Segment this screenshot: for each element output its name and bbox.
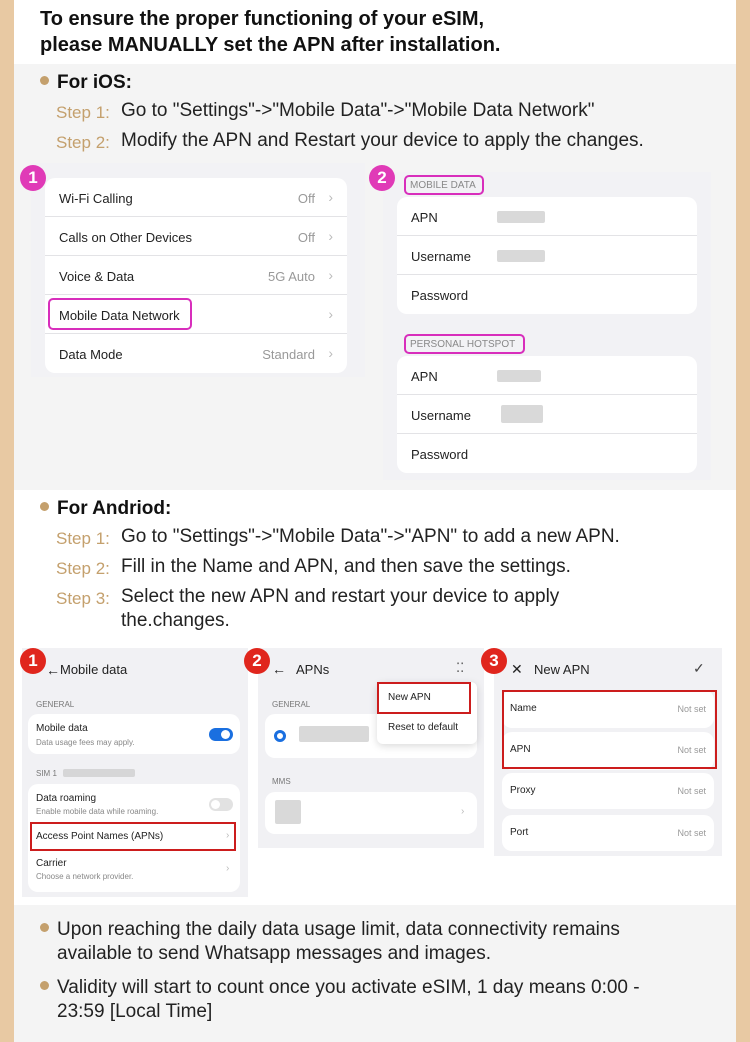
roaming-label[interactable]: Data roaming <box>36 793 96 804</box>
android-step2-text: Fill in the Name and APN, and then save … <box>121 556 571 577</box>
blurred-value <box>299 726 369 742</box>
blurred-value <box>275 800 301 824</box>
carrier-label[interactable]: Carrier <box>36 858 67 869</box>
row-username[interactable]: Username <box>397 395 697 434</box>
mobile-data-title: Mobile data <box>60 662 128 677</box>
row-password[interactable]: Password <box>397 275 697 314</box>
mobile-data-header: MOBILE DATA <box>410 180 476 191</box>
blurred-value <box>497 211 545 223</box>
step-badge-3: 3 <box>481 648 507 674</box>
step-badge-1: 1 <box>20 165 46 191</box>
blurred-value <box>497 370 541 382</box>
port-field[interactable]: Port Not set <box>502 815 714 851</box>
row-calls-other-devices[interactable]: Calls on Other Devices Off › <box>45 217 347 256</box>
highlight-name-apn <box>502 690 717 769</box>
row-voice-data[interactable]: Voice & Data 5G Auto › <box>45 256 347 295</box>
android-step1-text: Go to "Settings"->"Mobile Data"->"APN" t… <box>121 526 620 547</box>
android-step1-label: Step 1: <box>56 529 110 548</box>
row-apn[interactable]: APN <box>397 356 697 395</box>
back-arrow-icon[interactable]: ← <box>46 662 60 678</box>
sim-header: SIM 1 <box>36 769 57 778</box>
android-step3-text: Select the new APN and restart your devi… <box>121 586 560 631</box>
row-data-mode[interactable]: Data Mode Standard › <box>45 334 347 373</box>
android-heading: For Andriod: <box>40 498 171 520</box>
ios-step1-label: Step 1: <box>56 103 110 122</box>
chevron-right-icon: › <box>328 189 333 205</box>
row-wifi-calling[interactable]: Wi-Fi Calling Off › <box>45 178 347 217</box>
more-options-icon[interactable]: ⁚⁚ <box>456 660 464 676</box>
blurred-value <box>501 405 543 423</box>
check-icon[interactable]: ✓ <box>693 660 705 677</box>
mobile-data-group: APN Username Password <box>397 197 697 314</box>
blurred-value <box>497 250 545 262</box>
mms-entry-row[interactable]: › <box>265 792 477 834</box>
ios-step1-text: Go to "Settings"->"Mobile Data"->"Mobile… <box>121 100 595 121</box>
ios-step2-text: Modify the APN and Restart your device t… <box>121 130 644 151</box>
chevron-right-icon: › <box>328 345 333 361</box>
ios-heading: For iOS: <box>40 72 132 94</box>
general-header: GENERAL <box>272 700 311 709</box>
carrier-sub: Choose a network provider. <box>36 872 134 881</box>
step-badge-1: 1 <box>20 648 46 674</box>
highlight-new-apn <box>377 682 471 714</box>
row-username[interactable]: Username <box>397 236 697 275</box>
android-step2-label: Step 2: <box>56 559 110 578</box>
mms-header: MMS <box>272 777 291 786</box>
roaming-sub: Enable mobile data while roaming. <box>36 807 159 816</box>
hotspot-header: PERSONAL HOTSPOT <box>410 339 516 350</box>
highlight-mobile-data-network <box>48 298 192 330</box>
blurred-value <box>63 769 135 777</box>
ios-settings-group: Wi-Fi Calling Off › Calls on Other Devices… <box>45 178 347 373</box>
chevron-right-icon: › <box>461 806 465 817</box>
row-password[interactable]: Password <box>397 434 697 473</box>
mobile-data-row[interactable]: Mobile data Data usage fees may apply. <box>28 714 240 754</box>
chevron-right-icon: › <box>226 863 230 874</box>
page-title: To ensure the proper functioning of your… <box>40 8 501 56</box>
note-validity: Validity will start to count once you ac… <box>40 976 640 1024</box>
back-arrow-icon[interactable]: ← <box>272 661 286 677</box>
note-data-limit: Upon reaching the daily data usage limit… <box>40 918 620 966</box>
radio-selected-icon[interactable] <box>274 730 286 742</box>
bullet-dot <box>40 502 49 512</box>
step-badge-2: 2 <box>369 165 395 191</box>
android-step3-label: Step 3: <box>56 589 110 608</box>
step-badge-2: 2 <box>244 648 270 674</box>
mobile-data-toggle[interactable] <box>209 728 233 741</box>
chevron-right-icon: › <box>328 267 333 283</box>
roaming-toggle[interactable] <box>209 798 233 811</box>
new-apn-title: New APN <box>534 662 590 677</box>
bullet-dot <box>40 76 49 86</box>
row-apn[interactable]: APN <box>397 197 697 236</box>
bullet-dot <box>40 981 49 991</box>
highlight-apns <box>30 822 236 851</box>
chevron-right-icon: › <box>328 306 333 322</box>
apns-title: APNs <box>296 662 330 677</box>
ios-step2-label: Step 2: <box>56 133 110 152</box>
proxy-field[interactable]: Proxy Not set <box>502 773 714 809</box>
close-icon[interactable]: ✕ <box>511 661 523 678</box>
bullet-dot <box>40 923 49 933</box>
reset-default-menu-item[interactable]: Reset to default <box>388 722 458 733</box>
general-header: GENERAL <box>36 700 75 709</box>
chevron-right-icon: › <box>328 228 333 244</box>
hotspot-group: APN Username Password <box>397 356 697 473</box>
